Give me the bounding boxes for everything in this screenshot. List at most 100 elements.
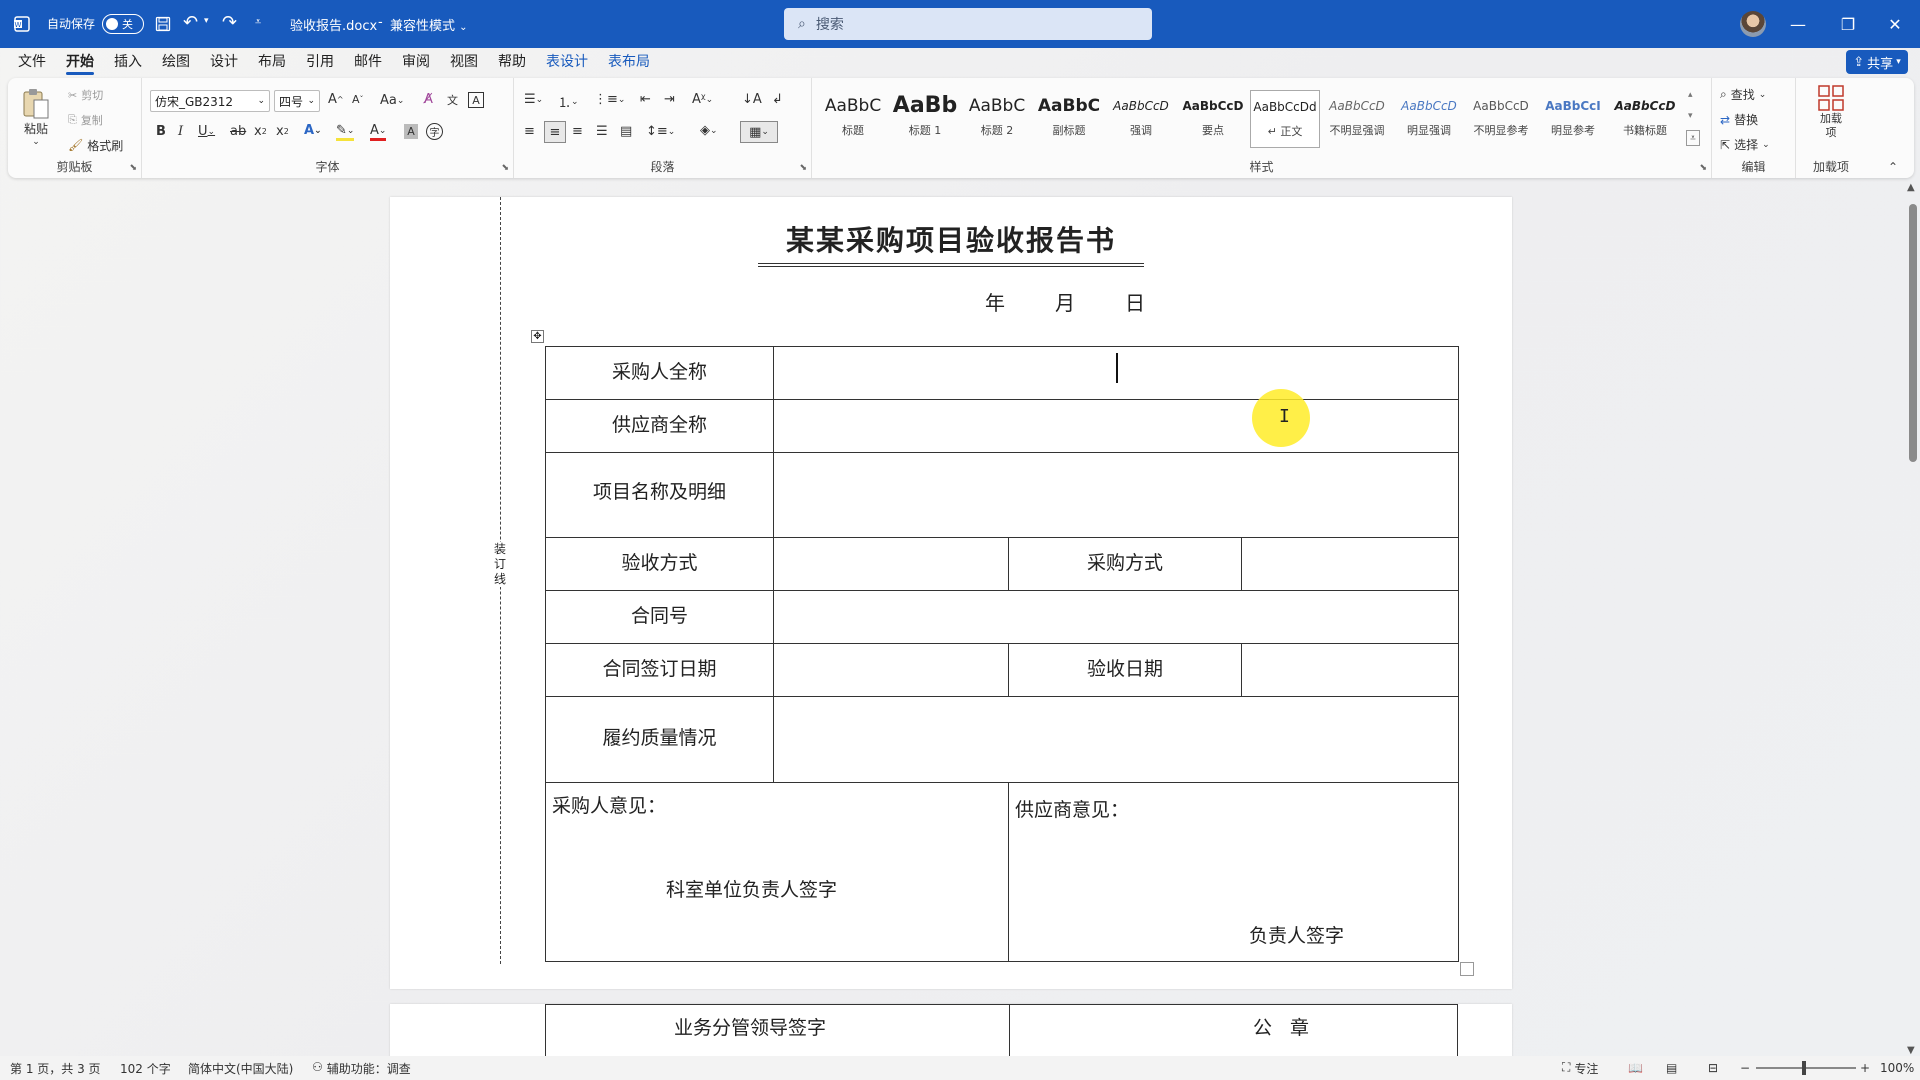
bold-icon[interactable]: B [156,124,166,139]
dialog-launcher-icon[interactable]: ⬊ [501,163,509,173]
restore-button[interactable]: ❐ [1825,0,1871,48]
select-button[interactable]: ⇱ 选择 ⌄ [1720,136,1770,153]
align-center-icon[interactable]: ≡ [544,121,566,143]
style-heading-2[interactable]: AaBbC 标题 2 [962,90,1032,148]
minimize-button[interactable]: — [1775,0,1821,48]
cell-purchase-method[interactable] [1241,537,1459,591]
table-move-handle-icon[interactable]: ✥ [531,330,544,343]
compatibility-mode[interactable]: 兼容性模式 ⌄ [390,15,468,34]
avatar[interactable] [1740,11,1766,37]
tab-references[interactable]: 引用 [296,48,344,76]
styles-more-icon[interactable]: ⩡ [1686,130,1700,146]
strikethrough-icon[interactable]: ab [230,124,246,139]
replace-button[interactable]: ⇄ 替换 [1720,111,1758,128]
table-resize-handle[interactable] [1460,962,1474,976]
asian-layout-icon[interactable]: Aᵡ ⌄ [692,92,713,107]
tab-file[interactable]: 文件 [8,48,56,76]
redo-icon[interactable]: ↷ [222,12,237,33]
superscript-icon[interactable]: x2 [276,124,289,139]
subscript-icon[interactable]: x2 [254,124,267,139]
text-effects-icon[interactable]: A ⌄ [304,123,322,138]
underline-icon[interactable]: U ⌄ [198,124,215,139]
grow-font-icon[interactable]: A ^ [328,92,344,107]
character-border-icon[interactable]: A [468,92,484,108]
zoom-out-icon[interactable]: − [1740,1061,1750,1075]
zoom-level[interactable]: 100% [1880,1061,1914,1075]
change-case-icon[interactable]: Aa ⌄ [380,93,404,108]
decrease-indent-icon[interactable]: ⇤ [640,92,651,107]
font-color-icon[interactable]: A ⌄ [370,123,387,141]
multilevel-list-icon[interactable]: ⋮≡ ⌄ [594,92,625,107]
numbering-icon[interactable]: ⒈ ⌄ [558,92,579,111]
shrink-font-icon[interactable]: Aˇ [352,93,364,106]
justify-icon[interactable]: ☰ [596,124,608,139]
cell-supplier-opinion[interactable]: 供应商意见： 负责人签字 [1008,782,1459,962]
tab-home[interactable]: 开始 [56,48,104,76]
style-subtitle[interactable]: AaBbC 副标题 [1034,90,1104,148]
tab-mailings[interactable]: 邮件 [344,48,392,76]
tab-table-design[interactable]: 表设计 [536,48,598,76]
style-emphasis[interactable]: AaBbCcD 强调 [1106,90,1176,148]
font-size-select[interactable]: 四号 ⌄ [274,90,320,112]
scroll-up-icon[interactable]: ▲ [1907,182,1915,193]
search-box[interactable]: ⌕ 搜索 [784,8,1152,40]
autosave-toggle[interactable]: 关 [102,14,144,34]
bullets-icon[interactable]: ☰ ⌄ [524,92,543,107]
save-icon[interactable] [153,14,173,34]
dialog-launcher-icon[interactable]: ⬊ [1699,163,1707,173]
customize-qat-icon[interactable]: ⩡ [255,15,261,29]
align-right-icon[interactable]: ≡ [572,124,583,139]
cell-acceptance-date[interactable] [1241,643,1459,697]
styles-scroll-down-icon[interactable]: ▾ [1688,111,1693,121]
web-layout-icon[interactable]: ⊟ [1708,1061,1718,1075]
clear-formatting-icon[interactable]: A̸ [424,92,433,107]
style-subtle-emphasis[interactable]: AaBbCcD 不明显强调 [1322,90,1392,148]
close-button[interactable]: ✕ [1872,0,1918,48]
tab-layout[interactable]: 布局 [248,48,296,76]
font-name-select[interactable]: 仿宋_GB2312 ⌄ [150,90,270,112]
tab-review[interactable]: 审阅 [392,48,440,76]
page-count[interactable]: 第 1 页，共 3 页 [10,1060,101,1077]
share-button[interactable]: ⇪ 共享 ▾ [1846,50,1908,74]
cell-performance-quality[interactable] [773,696,1459,783]
character-shading-icon[interactable]: A [404,124,418,139]
scroll-down-icon[interactable]: ▼ [1907,1045,1915,1056]
word-app-icon[interactable]: W [12,14,32,34]
phonetic-guide-icon[interactable]: 文 [447,92,458,108]
cell-purchaser-name[interactable] [773,346,1459,400]
sort-icon[interactable]: ↓A [742,92,762,107]
style-intense-emphasis[interactable]: AaBbCcD 明显强调 [1394,90,1464,148]
borders-icon[interactable]: ▦ ⌄ [740,121,778,143]
italic-icon[interactable]: I [178,124,183,139]
copy-button[interactable]: ⎘ 复制 [68,111,103,129]
zoom-slider-thumb[interactable] [1802,1061,1806,1075]
cell-contract-number[interactable] [773,590,1459,644]
addins-button[interactable]: 加载项 [1810,84,1852,140]
print-layout-icon[interactable]: ▤ [1666,1061,1677,1075]
style-subtle-reference[interactable]: AaBbCcD 不明显参考 [1466,90,1536,148]
increase-indent-icon[interactable]: ⇥ [664,92,675,107]
cell-project-detail[interactable] [773,452,1459,538]
scrollbar-thumb[interactable] [1909,204,1917,462]
tab-design[interactable]: 设计 [200,48,248,76]
enclose-characters-icon[interactable]: 字 [426,123,443,140]
shading-icon[interactable]: ◈ ⌄ [700,123,718,138]
tab-help[interactable]: 帮助 [488,48,536,76]
align-left-icon[interactable]: ≡ [524,124,535,139]
collapse-ribbon-icon[interactable]: ⌃ [1888,160,1898,174]
style-heading-1[interactable]: AaBb 标题 1 [890,90,960,148]
paste-button[interactable]: 粘贴 ⌄ [18,84,54,150]
styles-scroll-up-icon[interactable]: ▴ [1688,90,1693,100]
cell-sign-date[interactable] [773,643,1009,697]
word-count[interactable]: 102 个字 [120,1060,171,1077]
show-marks-icon[interactable]: ↲ [772,92,783,107]
accessibility-status[interactable]: ⚇ 辅助功能：调查 [312,1060,411,1077]
cell-purchaser-opinion[interactable]: 采购人意见： 科室单位负责人签字 [545,782,1009,962]
distributed-icon[interactable]: ▤ [620,124,632,139]
cell-acceptance-method[interactable] [773,537,1009,591]
tab-insert[interactable]: 插入 [104,48,152,76]
style-normal[interactable]: AaBbCcDd ↵ 正文 [1250,90,1320,148]
vertical-scrollbar[interactable]: ▲ ▼ [1904,182,1920,1056]
undo-icon[interactable]: ↶ [183,12,198,33]
dialog-launcher-icon[interactable]: ⬊ [799,163,807,173]
